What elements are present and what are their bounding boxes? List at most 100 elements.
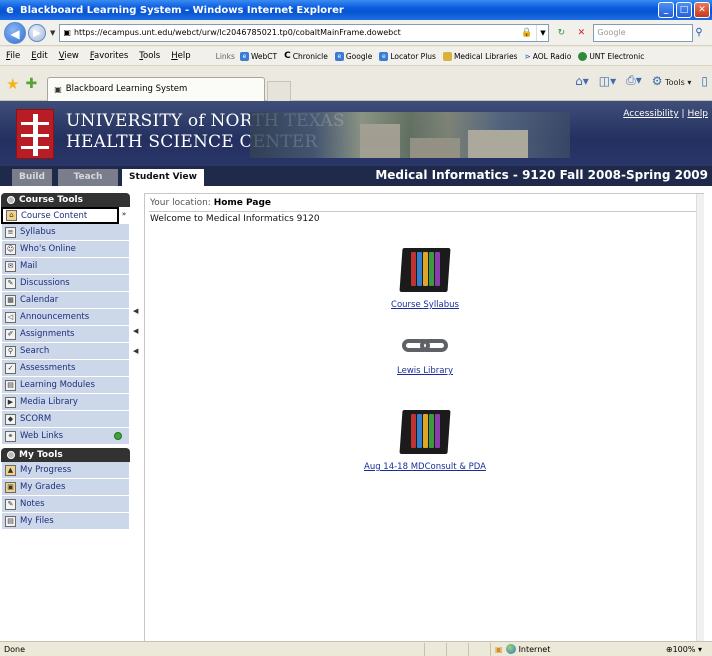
content-item-mdconsult-pda[interactable]: Aug 14-18 MDConsult & PDA [315,410,535,472]
refresh-icon[interactable]: ↻ [553,28,569,38]
add-favorite-icon[interactable]: ✚ [25,76,37,92]
links-label: Links [215,51,235,61]
expand-menu-icon[interactable]: » [118,208,130,221]
binder-icon [399,410,451,454]
link-aol-radio[interactable]: ⋗ AOL Radio [524,52,571,61]
menu-favorites[interactable]: Favorites [90,51,128,61]
search-input[interactable]: Google [593,23,694,42]
menu-tools[interactable]: Tools [139,51,160,61]
navigation-bar: ◀ ▶ ▼ ▣ https://ecampus.unt.edu/webct/ur… [0,20,712,46]
lewis-library-link[interactable]: Lewis Library [397,366,453,376]
tab-student-view[interactable]: Student View [122,169,204,186]
tool-assignments[interactable]: ✐ Assignments [1,326,130,343]
syllabus-icon: ≡ [5,226,16,238]
chronicle-icon: C [284,51,291,61]
tools-navigation: Course Tools ⌂ Course Content » ≡ Syllab… [0,193,131,641]
tool-syllabus[interactable]: ≡ Syllabus [1,224,130,241]
menu-file[interactable]: File [6,51,20,61]
print-icon[interactable]: ⎙▾ [626,73,642,88]
tool-assessments[interactable]: ✓ Assessments [1,360,130,377]
link-google[interactable]: e Google [334,51,372,61]
favorites-star-icon[interactable]: ★ [6,75,19,93]
search-icon[interactable]: ⚲ [695,27,702,38]
minimize-button[interactable]: _ [658,2,674,18]
browser-tab[interactable]: ▣ Blackboard Learning System [47,76,266,101]
forward-button[interactable]: ▶ [28,23,46,42]
course-content-icon: ⌂ [6,210,17,221]
lock-icon[interactable]: 🔒 [521,28,532,38]
my-progress-icon: ▲ [5,464,16,476]
course-tools-header[interactable]: Course Tools [1,193,130,207]
history-dropdown-icon[interactable]: ▼ [50,29,55,37]
link-unt-electronic[interactable]: UNT Electronic [578,51,644,61]
collapse-nav-icon[interactable]: ◀ [133,327,138,335]
new-tab-button[interactable] [267,80,292,101]
content-scrollbar[interactable] [696,194,704,642]
content-item-lewis-library[interactable]: Lewis Library [315,334,535,376]
back-button[interactable]: ◀ [4,21,26,44]
my-tools-header[interactable]: My Tools [1,448,130,462]
close-button[interactable]: ✕ [694,2,710,18]
page-icon: e [334,51,344,61]
address-dropdown-icon[interactable]: ▼ [536,24,548,41]
content-area: Your location: Home Page Welcome to Medi… [144,193,704,642]
window-title: Blackboard Learning System - Windows Int… [20,4,344,16]
tool-search[interactable]: ⚲ Search [1,343,130,360]
link-webct[interactable]: e WebCT [239,51,277,61]
tool-notes[interactable]: ✎ Notes [1,496,130,513]
tab-teach[interactable]: Teach [58,169,118,186]
mdconsult-pda-link[interactable]: Aug 14-18 MDConsult & PDA [364,462,486,472]
chain-link-icon [400,334,450,356]
tools-menu[interactable]: ⚙ Tools ▾ [652,74,692,88]
tool-course-content[interactable]: ⌂ Course Content [1,207,119,224]
maximize-button[interactable]: □ [676,2,692,18]
link-locator-plus[interactable]: e Locator Plus [379,51,436,61]
home-icon[interactable]: ⌂▾ [575,74,589,88]
view-tabs: Build Teach Student View Medical Informa… [0,166,712,186]
tool-whos-online[interactable]: ☺ Who's Online [1,241,130,258]
tool-learning-modules[interactable]: ▤ Learning Modules [1,377,130,394]
feeds-icon[interactable]: ◫▾ [599,74,616,88]
help-link[interactable]: Help [687,109,708,119]
tool-my-progress[interactable]: ▲ My Progress [1,462,130,479]
tool-media-library[interactable]: ▶ Media Library [1,394,130,411]
tool-my-files[interactable]: ▤ My Files [1,513,130,530]
tool-web-links[interactable]: ⚭ Web Links [1,428,130,445]
link-chronicle[interactable]: C Chronicle [284,51,328,61]
security-zone[interactable]: ▣ Internet [490,642,600,656]
tool-calendar[interactable]: ▦ Calendar [1,292,130,309]
assignments-icon: ✐ [5,328,16,340]
zoom-control[interactable]: ⊕100% ▾ [666,645,702,654]
menu-bar: File Edit View Favorites Tools Help Link… [0,47,712,66]
menu-view[interactable]: View [59,51,79,61]
tool-discussions[interactable]: ✎ Discussions [1,275,130,292]
breadcrumb: Your location: Home Page [150,198,272,208]
course-title: Medical Informatics - 9120 Fall 2008-Spr… [375,168,708,182]
new-item-indicator-icon [114,432,122,440]
course-syllabus-link[interactable]: Course Syllabus [391,300,459,310]
collapse-nav-icon[interactable]: ◀ [133,347,138,355]
tool-my-grades[interactable]: ▣ My Grades [1,479,130,496]
status-text: Done [4,644,26,654]
stop-icon[interactable]: ✕ [573,28,589,38]
page-menu-icon[interactable]: ▯ [701,74,708,88]
tool-announcements[interactable]: ◁ Announcements [1,309,130,326]
site-icon: ▣ [63,28,71,37]
content-item-course-syllabus[interactable]: Course Syllabus [315,248,535,310]
menu-edit[interactable]: Edit [31,51,47,61]
links-bar: Links e WebCT C Chronicle e Google e Locator… [216,51,652,61]
discussions-icon: ✎ [5,277,16,289]
tool-scorm[interactable]: ◆ SCORM [1,411,130,428]
tab-title: Blackboard Learning System [65,84,188,94]
collapse-nav-icon[interactable]: ◀ [133,307,138,315]
address-bar[interactable]: ▣ https://ecampus.unt.edu/webct/urw/lc20… [59,23,550,42]
tab-bar: ★ ✚ ▣ Blackboard Learning System ⌂▾ ◫▾ ⎙… [0,67,712,101]
link-medical-libraries[interactable]: Medical Libraries [442,51,517,61]
tab-build[interactable]: Build [12,169,52,186]
scorm-icon: ◆ [5,413,16,425]
tools-gear-icon: ⚙ [651,73,663,88]
protected-mode-icon: ▣ [495,644,503,654]
accessibility-link[interactable]: Accessibility [623,109,678,119]
menu-help[interactable]: Help [171,51,190,61]
tool-mail[interactable]: ✉ Mail [1,258,130,275]
